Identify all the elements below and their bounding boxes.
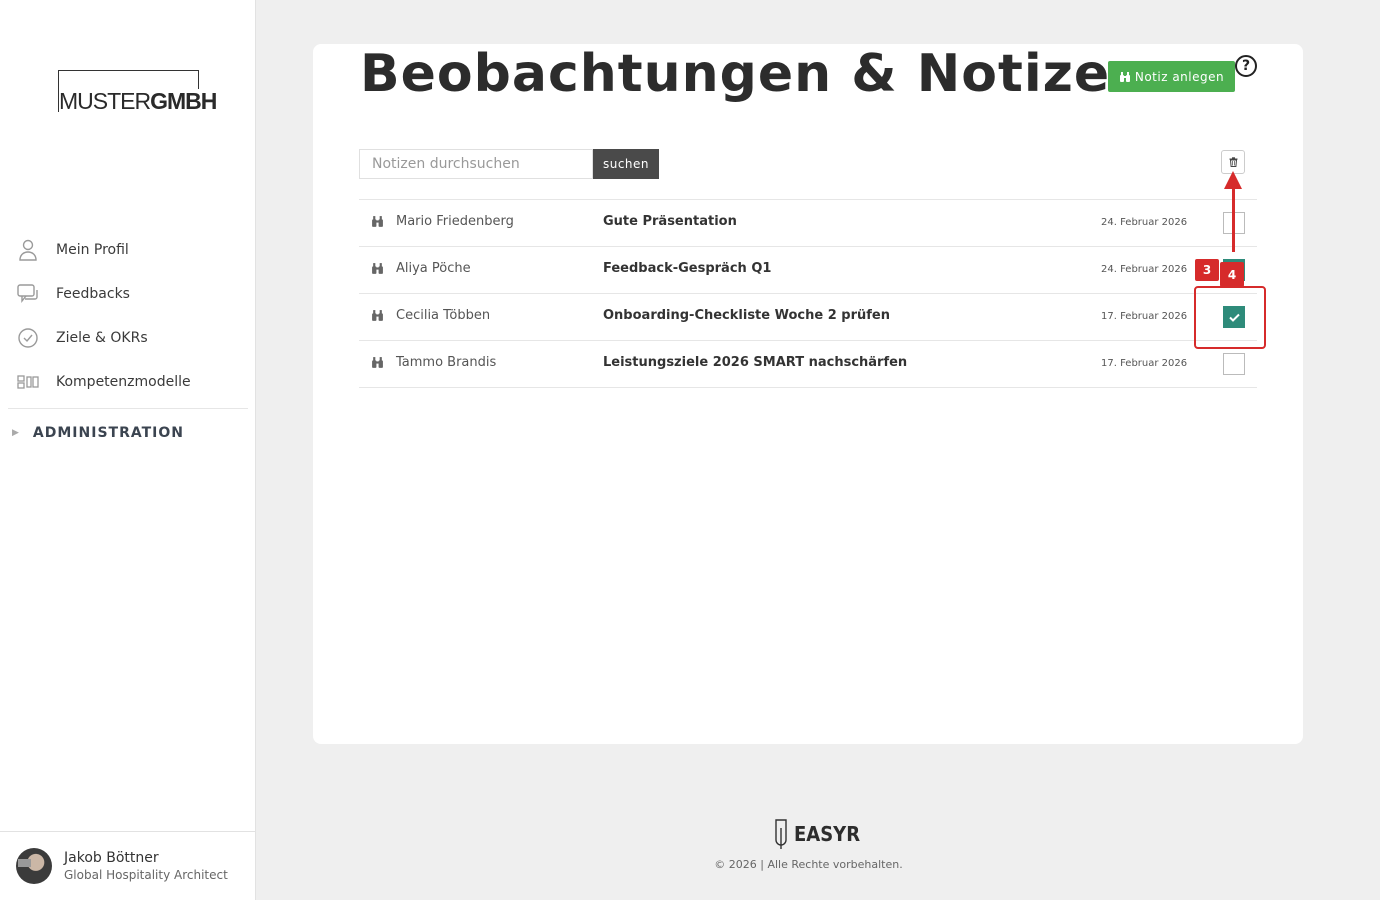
footer-logo: EASYR	[772, 818, 860, 850]
search-input[interactable]	[359, 149, 593, 179]
note-title[interactable]: Feedback-Gespräch Q1	[603, 261, 771, 276]
note-date: 24. Februar 2026	[1101, 217, 1188, 228]
binoculars-icon	[372, 357, 383, 368]
note-title[interactable]: Gute Präsentation	[603, 214, 737, 229]
company-logo[interactable]: MUSTERGMBH	[58, 70, 220, 114]
trash-icon	[1229, 157, 1237, 167]
notes-card: Beobachtungen & Notizen Notiz anlegen ? …	[313, 44, 1303, 744]
footer-logo-word: EASYR	[794, 822, 861, 846]
sidebar-item-label: Mein Profil	[56, 242, 129, 258]
annotation-arrow-head	[1224, 171, 1242, 189]
page-title: Beobachtungen & Notizen	[360, 44, 1149, 104]
notes-table: Mario Friedenberg Gute Präsentation 24. …	[359, 199, 1257, 388]
annotation-arrow-line	[1232, 188, 1235, 252]
binoculars-icon	[1119, 71, 1130, 82]
note-author: Tammo Brandis	[396, 355, 497, 370]
user-icon	[17, 239, 39, 261]
annotation-badge-4: 4	[1220, 262, 1244, 287]
new-note-button[interactable]: Notiz anlegen	[1108, 61, 1235, 92]
sidebar-item-ziele-okrs[interactable]: Ziele & OKRs	[0, 316, 256, 360]
sidebar-item-feedbacks[interactable]: Feedbacks	[0, 272, 256, 316]
annotation-badge-3: 3	[1195, 259, 1219, 281]
logo-part-2: GMBH	[150, 88, 217, 114]
binoculars-icon	[372, 310, 383, 321]
sidebar-item-administration[interactable]: ▶ ADMINISTRATION	[0, 409, 256, 457]
new-note-label: Notiz anlegen	[1134, 69, 1225, 84]
sidebar-nav: Mein Profil Feedbacks Ziele & OKRs Kompe…	[0, 228, 256, 457]
sidebar-item-label: Ziele & OKRs	[56, 330, 148, 346]
note-date: 17. Februar 2026	[1101, 311, 1188, 322]
annotation-highlight-box	[1194, 286, 1266, 349]
check-circle-icon	[17, 327, 39, 349]
binoculars-icon	[372, 216, 383, 227]
note-title[interactable]: Onboarding-Checkliste Woche 2 prüfen	[603, 308, 890, 323]
binoculars-icon	[372, 263, 383, 274]
help-icon[interactable]: ?	[1235, 55, 1257, 77]
table-row[interactable]: Aliya Pöche Feedback-Gespräch Q1 24. Feb…	[359, 247, 1257, 294]
sidebar-item-kompetenzmodelle[interactable]: Kompetenzmodelle	[0, 360, 256, 404]
note-author: Aliya Pöche	[396, 261, 471, 276]
note-checkbox[interactable]	[1223, 353, 1245, 375]
table-row[interactable]: Tammo Brandis Leistungsziele 2026 SMART …	[359, 341, 1257, 388]
table-row[interactable]: Cecilia Többen Onboarding-Checkliste Woc…	[359, 294, 1257, 341]
logo-part-1: MUSTER	[59, 88, 151, 114]
table-row[interactable]: Mario Friedenberg Gute Präsentation 24. …	[359, 200, 1257, 247]
note-title[interactable]: Leistungsziele 2026 SMART nachschärfen	[603, 355, 907, 370]
note-date: 17. Februar 2026	[1101, 358, 1188, 369]
chat-icon	[17, 283, 39, 305]
triangle-right-icon: ▶	[12, 428, 19, 438]
note-author: Mario Friedenberg	[396, 214, 514, 229]
grid-icon	[17, 371, 39, 393]
sidebar: MUSTERGMBH Mein Profil Feedbacks Ziele &…	[0, 0, 256, 900]
easyr-logo-icon	[775, 819, 787, 849]
note-date: 24. Februar 2026	[1101, 264, 1188, 275]
note-author: Cecilia Többen	[396, 308, 491, 323]
sidebar-item-mein-profil[interactable]: Mein Profil	[0, 228, 256, 272]
copyright: © 2026 | Alle Rechte vorbehalten.	[714, 858, 903, 871]
sidebar-item-label: Feedbacks	[56, 286, 130, 302]
search-button[interactable]: suchen	[593, 149, 659, 179]
sidebar-item-label: Kompetenzmodelle	[56, 374, 191, 390]
sidebar-item-label: ADMINISTRATION	[32, 425, 184, 441]
